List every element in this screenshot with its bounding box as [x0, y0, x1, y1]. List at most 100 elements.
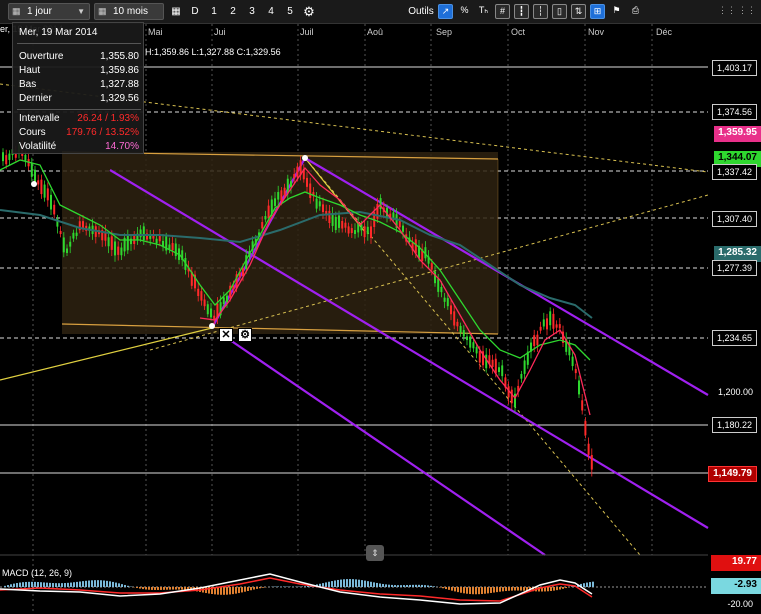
- tooltip-row-last: Dernier 1,329.56: [19, 93, 139, 104]
- price-level-label: 1,374.56: [711, 104, 757, 120]
- candle: [171, 243, 174, 251]
- macd-bar: [76, 581, 78, 587]
- month-label: Jui: [214, 27, 226, 37]
- candle: [450, 305, 452, 315]
- macd-bar: [31, 581, 33, 587]
- macd-bar: [259, 587, 261, 589]
- macd-bar: [127, 585, 129, 587]
- macd-bar: [7, 585, 9, 587]
- candle: [446, 298, 449, 307]
- macd-bar: [334, 580, 336, 587]
- macd-bar: [301, 586, 303, 587]
- macd-bar: [148, 587, 150, 590]
- macd-bar: [391, 584, 393, 587]
- macd-bar: [559, 587, 561, 590]
- candle: [277, 192, 280, 200]
- candle: [546, 318, 548, 330]
- macd-bar: [151, 587, 153, 590]
- macd-bar: [304, 586, 306, 587]
- macd-bar: [547, 587, 549, 592]
- macd-bar: [106, 580, 108, 587]
- macd-bar: [46, 582, 48, 587]
- macd-bar: [13, 583, 15, 587]
- candle: [363, 226, 366, 238]
- candle: [322, 204, 324, 213]
- candle: [126, 235, 129, 251]
- month-label: Oct: [511, 27, 526, 37]
- candle: [66, 248, 68, 253]
- macd-bar: [487, 587, 489, 594]
- macd-bar: [400, 585, 402, 587]
- macd-bar: [571, 586, 573, 587]
- month-label: Mai: [148, 27, 163, 37]
- tooltip-row-interval: Intervalle 26.24 / 1.93%: [19, 113, 139, 124]
- macd-bar: [34, 581, 36, 587]
- macd-bar: [154, 587, 156, 590]
- macd-bar: [406, 585, 408, 587]
- macd-bar: [517, 587, 519, 591]
- candle: [578, 380, 580, 395]
- macd-bar: [85, 580, 87, 587]
- macd-bar: [253, 587, 255, 590]
- candle: [338, 215, 340, 228]
- macd-bar: [121, 584, 123, 587]
- candle: [581, 400, 584, 411]
- candle: [523, 360, 526, 374]
- macd-bar: [361, 580, 363, 587]
- macd-bar: [79, 581, 81, 587]
- macd-bar: [262, 587, 264, 588]
- macd-bar: [340, 579, 342, 587]
- candle: [34, 169, 36, 182]
- candle: [360, 224, 363, 231]
- candle: [261, 222, 264, 229]
- chevron-updown-icon[interactable]: ⇕: [366, 545, 384, 561]
- macd-tag-red: 19.77: [711, 555, 761, 571]
- macd-bar: [328, 581, 330, 587]
- macd-bar: [358, 579, 360, 587]
- candle: [315, 198, 318, 209]
- candle: [533, 335, 536, 347]
- macd-bar: [139, 587, 141, 589]
- macd-bar: [37, 582, 39, 587]
- macd-bar: [556, 587, 558, 591]
- macd-bar: [16, 583, 18, 587]
- close-icon[interactable]: ✕: [219, 328, 233, 342]
- macd-bar: [58, 583, 60, 587]
- candle: [542, 319, 545, 327]
- macd-bar: [454, 587, 456, 592]
- macd-bar: [463, 587, 465, 594]
- gear-icon[interactable]: ⚙: [238, 328, 252, 342]
- macd-bar: [91, 580, 93, 587]
- candle: [280, 190, 283, 201]
- candle: [5, 155, 8, 165]
- macd-bar: [352, 579, 354, 587]
- macd-bar: [145, 587, 147, 590]
- macd-bar: [331, 581, 333, 587]
- candle: [53, 204, 56, 215]
- tooltip-row-volatility: Volatilité 14.70%: [19, 141, 139, 152]
- candle: [453, 311, 456, 326]
- macd-bar: [247, 587, 249, 591]
- macd-bar: [40, 582, 42, 587]
- candle: [366, 226, 369, 235]
- price-level-label: 1,234.65: [711, 330, 757, 346]
- price-level-label: 1,277.39: [711, 260, 757, 276]
- candle: [462, 330, 465, 337]
- candle: [392, 212, 395, 218]
- candle: [62, 237, 65, 253]
- macd-bar: [244, 587, 246, 592]
- macd-bar: [67, 582, 69, 587]
- macd-bar: [472, 587, 474, 595]
- price-level-label: 1,307.40: [711, 211, 757, 227]
- macd-level-label: -20.00: [727, 599, 753, 609]
- tooltip-date: Mer, 19 Mar 2014: [19, 27, 98, 38]
- candle: [155, 238, 158, 244]
- candle: [437, 278, 440, 292]
- macd-bar: [235, 587, 237, 594]
- macd-bar: [376, 582, 378, 587]
- macd-bar: [88, 580, 90, 587]
- candle: [43, 184, 46, 198]
- candle: [226, 295, 228, 303]
- candle: [59, 230, 62, 235]
- candle: [590, 455, 593, 470]
